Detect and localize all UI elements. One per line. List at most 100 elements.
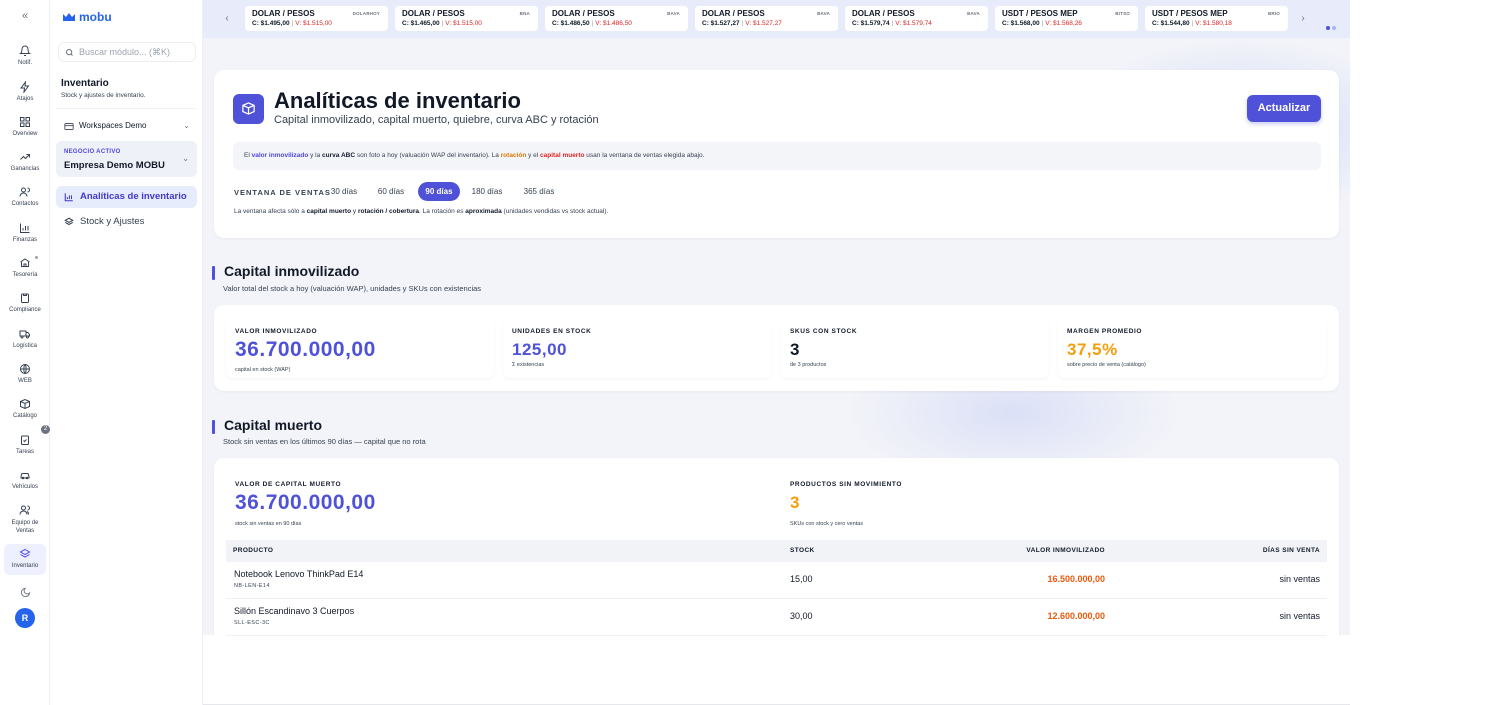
rail-item-equipo-ventas[interactable]: Equipo de Ventas: [0, 504, 50, 535]
module-title: Inventario: [61, 78, 109, 89]
window-option-60[interactable]: 60 días: [369, 182, 413, 201]
kpi-value: 36.700.000,00: [235, 491, 376, 514]
nav-item-analiticas[interactable]: Analíticas de inventario: [56, 186, 197, 208]
table-header: PRODUCTO STOCK VALOR INMOVILIZADO DÍAS S…: [226, 540, 1327, 562]
workspace-selector[interactable]: Workspaces Demo ⌄: [58, 118, 198, 134]
ticker-card[interactable]: DOLAR / PESOS BAVA C: $1.486,50 | V: $1.48…: [545, 6, 688, 31]
table-row[interactable]: Sillón Escandinavo 3 Cuerpos SLL-ESC-3C …: [226, 599, 1327, 636]
team-icon: [19, 505, 30, 515]
collapse-sidebar-icon[interactable]: «: [0, 10, 50, 26]
logo[interactable]: mobu: [62, 10, 112, 24]
kpi-skus: SKUS CON STOCK 3 de 3 productos: [781, 318, 1049, 378]
chevron-right-icon[interactable]: ›: [1295, 10, 1311, 28]
chevron-left-icon[interactable]: ‹: [219, 10, 235, 28]
section-title: Capital inmovilizado: [224, 263, 360, 279]
business-selector[interactable]: NEGOCIO ACTIVO Empresa Demo MOBU ⌄: [56, 141, 197, 177]
carousel-dots[interactable]: [1324, 17, 1336, 35]
rail-item-overview[interactable]: Overview: [0, 116, 50, 137]
ticker-buy: C: $1.486,50: [552, 20, 590, 27]
rail-label: Compliance: [9, 307, 41, 313]
grid-icon: [20, 117, 30, 127]
kpi-sub: stock sin ventas en 90 días: [235, 521, 302, 527]
refresh-button[interactable]: Actualizar: [1247, 95, 1321, 122]
kpi-productos-sin-movimiento: PRODUCTOS SIN MOVIMIENTO 3 SKUs con stoc…: [781, 471, 1326, 531]
search-placeholder: Buscar módulo... (⌘K): [79, 47, 171, 57]
rail-label: Tesorería: [12, 272, 38, 278]
ticker-card[interactable]: DOLAR / PESOS BNA C: $1.465,00 | V: $1.515…: [395, 6, 538, 31]
ticker-card[interactable]: DOLAR / PESOS DOLARHOY C: $1.495,00 | V: $…: [245, 6, 388, 31]
ticker-sell: V: $1.580,18: [1195, 20, 1232, 27]
rail-label: Catálogo: [12, 413, 38, 419]
kpi-sub: de 3 productos: [790, 362, 827, 368]
window-option-180[interactable]: 180 días: [465, 182, 509, 201]
rail-item-vehiculos[interactable]: Vehículos: [0, 469, 50, 490]
rail-item-catalogo[interactable]: Catálogo: [0, 398, 50, 419]
avatar[interactable]: R: [15, 608, 35, 628]
ticker-values: C: $1.495,00 | V: $1.515,00: [252, 20, 332, 27]
ticker-buy: C: $1.544,80: [1152, 20, 1190, 27]
ticker-card[interactable]: DOLAR / PESOS BAVA C: $1.579,74 | V: $1.57…: [845, 6, 988, 31]
rail-item-inventario[interactable]: Inventario: [4, 544, 46, 575]
rail-item-tesoreria[interactable]: Tesorería: [0, 257, 50, 278]
table-row[interactable]: Notebook Lenovo ThinkPad E14 NB-LEN-E14 …: [226, 562, 1327, 599]
kpi-label: VALOR DE CAPITAL MUERTO: [235, 481, 342, 488]
nav-label: Stock y Ajustes: [80, 216, 145, 227]
ticker-buy: C: $1.579,74: [852, 20, 890, 27]
rail-item-web[interactable]: WEB: [0, 363, 50, 384]
rail-item-tareas[interactable]: Tareas: [0, 434, 50, 455]
lightning-icon: [20, 81, 30, 93]
kpi-value: 3: [790, 340, 800, 359]
box-icon: [20, 398, 30, 410]
layers-icon: [64, 217, 74, 226]
kpi-value: 3: [790, 493, 800, 512]
column-header: VALOR INMOVILIZADO: [1026, 547, 1105, 554]
rail-item-contactos[interactable]: Contactos: [0, 186, 50, 207]
theme-toggle[interactable]: [0, 587, 50, 601]
rail-label: Atajos: [16, 96, 34, 102]
ticker-title: DOLAR / PESOS: [252, 9, 315, 18]
rail-label: Tareas: [15, 449, 34, 455]
product-name: Sillón Escandinavo 3 Cuerpos: [234, 606, 355, 616]
rail-label: Vehículos: [11, 484, 39, 490]
rail-label: Finanzas: [12, 237, 38, 243]
currency-ticker: ‹ DOLAR / PESOS DOLARHOY C: $1.495,00 | V:…: [203, 0, 1350, 38]
users-icon: [19, 187, 30, 197]
mobu-logo-icon: [63, 13, 75, 21]
rail-item-compliance[interactable]: Compliance: [0, 292, 50, 313]
ticker-sell: V: $1.527,27: [745, 20, 782, 27]
window-label: VENTANA DE VENTAS: [234, 188, 331, 197]
rail-item-atajos[interactable]: Atajos: [0, 81, 50, 102]
rail-item-notif[interactable]: Notif.: [0, 45, 50, 66]
nav-item-stock-ajustes[interactable]: Stock y Ajustes: [56, 211, 197, 233]
ticker-sell: V: $1.568,26: [1045, 20, 1082, 27]
rail-item-ganancias[interactable]: Ganancias: [0, 151, 50, 172]
ticker-card[interactable]: USDT / PESOS MEP BRIO C: $1.544,80 | V: $1…: [1145, 6, 1288, 31]
box-icon: [242, 102, 255, 115]
ticker-buy: C: $1.465,00: [402, 20, 440, 27]
window-option-365[interactable]: 365 días: [516, 182, 562, 201]
rail-label: Contactos: [11, 201, 39, 207]
ticker-values: C: $1.568,00 | V: $1.568,26: [1002, 20, 1082, 27]
search-input[interactable]: Buscar módulo... (⌘K): [58, 42, 196, 62]
rail-item-logistica[interactable]: Logística: [0, 328, 50, 349]
ticker-card[interactable]: USDT / PESOS MEP BITSO C: $1.568,00 | V: $…: [995, 6, 1138, 31]
stock-value: 30,00: [790, 611, 813, 621]
ticker-source: BAVA: [967, 11, 980, 16]
window-option-30[interactable]: 30 días: [322, 182, 366, 201]
ticker-title: DOLAR / PESOS: [702, 9, 765, 18]
notification-dot: [35, 256, 38, 259]
rail-item-finanzas[interactable]: Finanzas: [0, 222, 50, 243]
clipboard-check-icon: [21, 435, 29, 445]
ticker-card[interactable]: DOLAR / PESOS BAVA C: $1.527,27 | V: $1.52…: [695, 6, 838, 31]
kpi-margen: MARGEN PROMEDIO 37,5% sobre precio de ve…: [1058, 318, 1326, 378]
bell-icon: [19, 45, 31, 56]
ticker-title: USDT / PESOS MEP: [1002, 9, 1078, 18]
window-note: La ventana afecta sólo a capital muerto …: [234, 208, 609, 215]
logo-text: mobu: [79, 10, 112, 24]
ticker-buy: C: $1.527,27: [702, 20, 740, 27]
rail-label: Ganancias: [10, 166, 40, 172]
window-option-90[interactable]: 90 días: [418, 182, 460, 201]
bar-chart-icon: [64, 193, 73, 202]
section-subtitle: Valor total del stock a hoy (valuación W…: [223, 284, 482, 293]
column-header: DÍAS SIN VENTA: [1262, 547, 1320, 554]
